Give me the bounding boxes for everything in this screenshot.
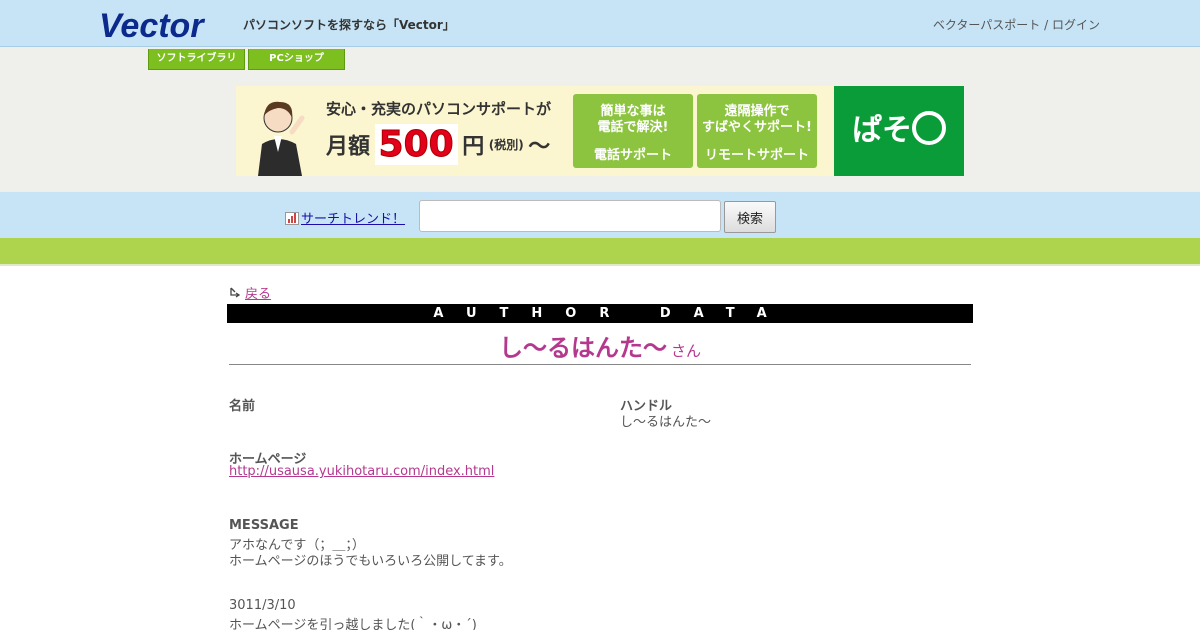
- pasoq-logo: ぱそ: [834, 86, 964, 176]
- back-link[interactable]: 戻る: [245, 287, 271, 302]
- homepage-value: http://usausa.yukihotaru.com/index.html: [229, 464, 494, 479]
- link-separator: /: [1044, 18, 1049, 32]
- login-link[interactable]: ログイン: [1052, 18, 1100, 32]
- box2-label: リモートサポート: [704, 148, 809, 163]
- back-arrow-icon: [230, 287, 241, 298]
- box1-line1: 簡単な事は: [600, 104, 666, 119]
- homepage-link[interactable]: http://usausa.yukihotaru.com/index.html: [229, 464, 494, 479]
- logo-text: Vector: [99, 8, 205, 40]
- message-label: MESSAGE: [229, 518, 299, 533]
- passport-link[interactable]: ベクターパスポート: [933, 18, 1040, 32]
- box2-line2: すばやくサポート!: [702, 120, 812, 135]
- site-tagline: パソコンソフトを探すなら「Vector」: [243, 18, 455, 32]
- handle-value: し～るはんた～: [620, 415, 712, 430]
- top-header: Vector パソコンソフトを探すなら「Vector」 ベクターパスポート / …: [0, 0, 1200, 47]
- box1-line2: 電話で解決!: [597, 120, 669, 135]
- search-trend: サーチトレンド！: [285, 208, 405, 227]
- chart-icon: [285, 212, 299, 225]
- back-nav: 戻る: [229, 283, 271, 302]
- search-input[interactable]: [419, 200, 721, 232]
- remote-support-box: 遠隔操作で すばやくサポート! リモートサポート: [697, 94, 817, 168]
- heading-divider: [229, 364, 971, 365]
- name-label: 名前: [229, 399, 256, 414]
- price-tilde: 〜: [528, 134, 551, 160]
- news-text: ホームページを引っ越しました(｀・ω・´): [229, 618, 477, 630]
- box2-line1: 遠隔操作で: [724, 104, 790, 119]
- search-band: サーチトレンド！ 検索: [0, 191, 1200, 239]
- account-links: ベクターパスポート / ログイン: [933, 16, 1100, 33]
- author-data-heading: AUTHOR DATA: [227, 304, 973, 323]
- price-number: 500: [374, 124, 458, 166]
- support-banner-ad[interactable]: 安心・充実のパソコンサポートが 月額 500 円 (税別) 〜 簡単な事は 電話で…: [236, 86, 964, 176]
- brand-text: ぱそ: [852, 113, 912, 148]
- price-unit: 円: [462, 134, 485, 160]
- price-tax: (税別): [488, 138, 524, 152]
- price-prefix: 月額: [326, 134, 371, 160]
- tab-pc-shop[interactable]: PCショップ: [248, 49, 345, 70]
- green-divider-bar: [0, 238, 1200, 266]
- banner-price: 月額 500 円 (税別) 〜: [326, 124, 551, 166]
- phone-support-box: 簡単な事は 電話で解決! 電話サポート: [573, 94, 693, 168]
- q-circle-icon: [912, 110, 946, 145]
- author-name-heading: し～るはんた～ さん: [229, 328, 971, 363]
- box1-label: 電話サポート: [593, 148, 672, 163]
- banner-headline: 安心・充実のパソコンサポートが: [326, 100, 552, 118]
- vector-logo[interactable]: Vector: [99, 8, 227, 40]
- message-line-2: ホームページのほうでもいろいろ公開してます。: [229, 554, 512, 569]
- author-name: し～るはんた～: [498, 334, 667, 362]
- support-staff-illustration: [258, 101, 305, 176]
- news-date: 3011/3/10: [229, 598, 296, 613]
- tab-soft-library[interactable]: ソフトライブラリ: [148, 49, 245, 70]
- search-button[interactable]: 検索: [724, 201, 776, 233]
- search-trend-link[interactable]: サーチトレンド！: [301, 212, 405, 227]
- author-suffix: さん: [670, 342, 701, 360]
